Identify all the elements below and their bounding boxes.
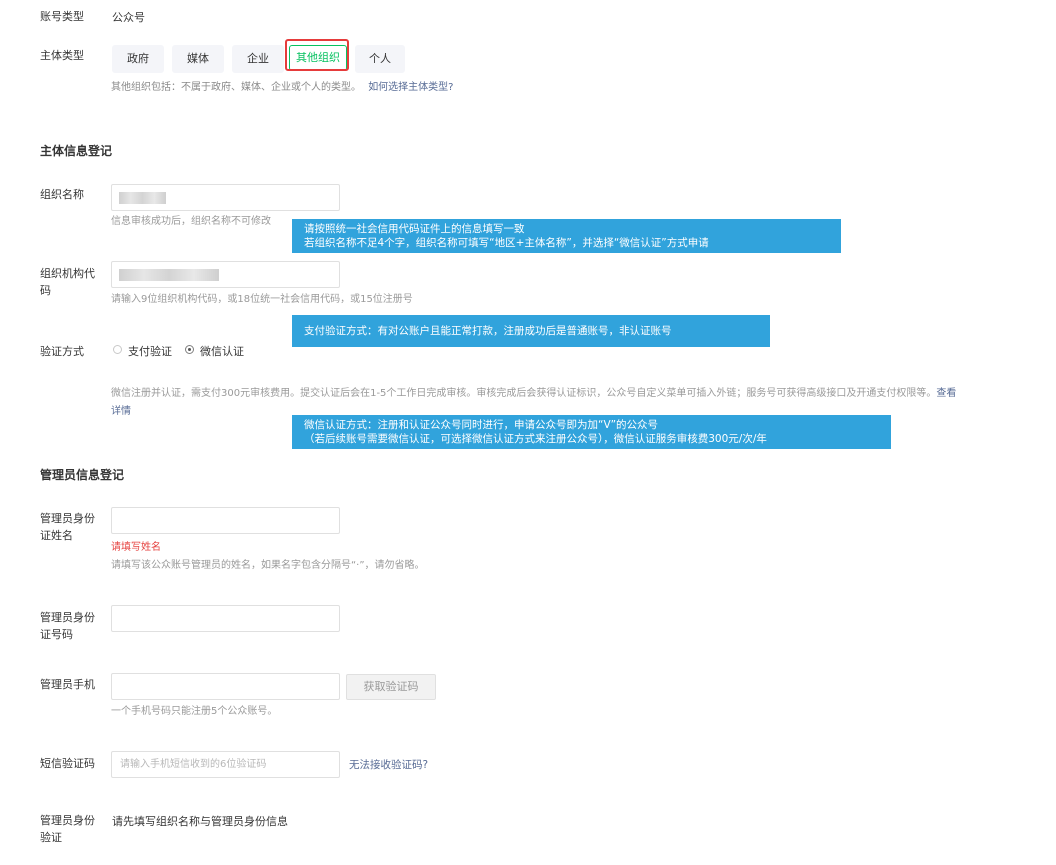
org-code-label: 组织机构代码 xyxy=(40,267,95,297)
admin-section-title: 管理员信息登记 xyxy=(40,468,125,482)
get-code-button[interactable]: 获取验证码 xyxy=(346,674,436,700)
subject-type-label: 主体类型 xyxy=(40,49,84,62)
subject-section-title: 主体信息登记 xyxy=(40,144,113,158)
verify-detail-link[interactable]: 查看 xyxy=(936,388,956,399)
verify-method-label: 验证方式 xyxy=(40,345,84,358)
admin-verify-value: 请先填写组织名称与管理员身份信息 xyxy=(112,815,288,828)
radio-pay-label[interactable]: 支付验证 xyxy=(128,343,172,359)
sms-code-label: 短信验证码 xyxy=(40,757,95,770)
admin-name-hint: 请填写该公众账号管理员的姓名，如果名字包含分隔号“·”，请勿省略。 xyxy=(111,560,425,571)
admin-phone-label: 管理员手机 xyxy=(40,678,95,691)
admin-phone-hint: 一个手机号码只能注册5个公众账号。 xyxy=(111,706,278,717)
org-code-hint: 请输入9位组织机构代码，或18位统一社会信用代码，或15位注册号 xyxy=(111,294,413,305)
subject-option-government[interactable]: 政府 xyxy=(112,45,164,73)
subject-option-other-org[interactable]: 其他组织 xyxy=(289,45,347,71)
subject-help-link[interactable]: 如何选择主体类型? xyxy=(368,82,453,93)
subject-type-description: 其他组织包括：不属于政府、媒体、企业或个人的类型。 如何选择主体类型? xyxy=(111,82,454,93)
radio-wechat[interactable] xyxy=(185,345,194,354)
admin-id-input[interactable] xyxy=(111,605,340,632)
radio-pay[interactable] xyxy=(113,345,122,354)
admin-name-error: 请填写姓名 xyxy=(111,542,161,553)
name-callout: 请按照统一社会信用代码证件上的信息填写一致 若组织名称不足4个字，组织名称可填写… xyxy=(292,219,841,253)
subject-option-individual[interactable]: 个人 xyxy=(355,45,405,73)
radio-wechat-label[interactable]: 微信认证 xyxy=(200,343,244,359)
subject-option-media[interactable]: 媒体 xyxy=(172,45,224,73)
verify-detail-link-2[interactable]: 详情 xyxy=(111,406,131,417)
admin-verify-label: 管理员身份 验证 xyxy=(40,814,95,844)
org-name-hint: 信息审核成功后，组织名称不可修改 xyxy=(111,216,271,227)
account-type-value: 公众号 xyxy=(112,11,145,24)
org-name-label: 组织名称 xyxy=(40,188,84,201)
account-type-label: 账号类型 xyxy=(40,10,84,23)
org-name-input[interactable] xyxy=(111,184,340,211)
admin-phone-input[interactable] xyxy=(111,673,340,700)
admin-name-label: 管理员身份 证姓名 xyxy=(40,512,95,542)
redacted-text xyxy=(119,192,166,204)
sms-code-input[interactable]: 请输入手机短信收到的6位验证码 xyxy=(111,751,340,778)
admin-name-input[interactable] xyxy=(111,507,340,534)
admin-id-label: 管理员身份 证号码 xyxy=(40,611,95,641)
redacted-text xyxy=(119,269,219,281)
wechat-callout: 微信认证方式：注册和认证公众号同时进行，申请公众号即为加“V”的公众号 （若后续… xyxy=(292,415,891,449)
subject-option-enterprise[interactable]: 企业 xyxy=(232,45,284,73)
org-code-input[interactable] xyxy=(111,261,340,288)
pay-callout: 支付验证方式：有对公账户且能正常打款，注册成功后是普通账号，非认证账号 xyxy=(292,315,770,347)
sms-help-link[interactable]: 无法接收验证码? xyxy=(349,757,428,772)
